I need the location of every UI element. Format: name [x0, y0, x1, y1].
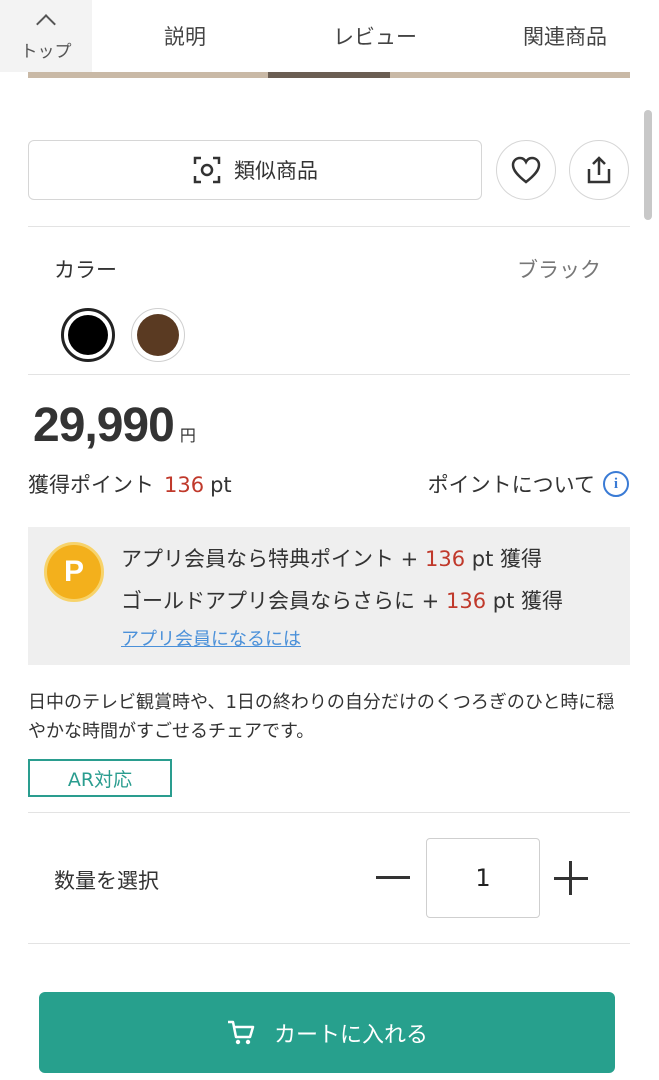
gold-member-points-line: ゴールドアプリ会員ならさらに + 136 pt 獲得 [121, 589, 563, 613]
divider [28, 226, 630, 227]
tab-related-products[interactable]: 関連商品 [490, 0, 640, 72]
quantity-input[interactable]: 1 [426, 838, 540, 918]
favorite-button[interactable] [496, 140, 556, 200]
color-swatch-black[interactable] [61, 308, 115, 362]
selected-color-value: ブラック [517, 258, 601, 282]
earned-points-value: 136 [164, 473, 205, 497]
become-app-member-link[interactable]: アプリ会員になるには [121, 625, 301, 651]
chevron-up-icon [36, 13, 56, 34]
cart-icon [227, 1020, 255, 1044]
info-icon: i [603, 471, 629, 497]
point-badge-icon: P [44, 542, 104, 602]
divider [28, 943, 630, 944]
ar-badge[interactable]: AR対応 [28, 759, 172, 797]
back-to-top-label: トップ [20, 41, 72, 62]
back-to-top-button[interactable]: トップ [0, 0, 92, 72]
quantity-decrease-button[interactable] [376, 876, 410, 879]
add-to-cart-label: カートに入れる [273, 1022, 428, 1048]
earned-points: 獲得ポイント 136 pt [28, 469, 232, 499]
about-points-link[interactable]: ポイントについて i [428, 469, 629, 499]
top-tab-bar: トップ 説明 レビュー 関連商品 [0, 0, 659, 72]
divider [28, 812, 630, 813]
divider [28, 374, 630, 375]
app-member-promo: P アプリ会員なら特典ポイント + 136 pt 獲得 ゴールドアプリ会員ならさ… [28, 527, 630, 665]
active-tab-indicator [268, 72, 390, 78]
app-member-points-line: アプリ会員なら特典ポイント + 136 pt 獲得 [121, 547, 542, 571]
product-description: 日中のテレビ観賞時や、1日の終わりの自分だけのくつろぎのひと時に穏やかな時間がす… [28, 692, 615, 742]
camera-scan-icon [193, 156, 221, 184]
share-button[interactable] [569, 140, 629, 200]
price: 29,990 円 [33, 398, 196, 453]
color-label: カラー [54, 258, 117, 282]
similar-products-label: 類似商品 [234, 159, 318, 183]
similar-products-button[interactable]: 類似商品 [28, 140, 482, 200]
price-currency: 円 [179, 426, 196, 445]
scrollbar[interactable] [644, 110, 652, 220]
about-points-label: ポイントについて [427, 473, 595, 497]
quantity-label: 数量を選択 [54, 869, 159, 893]
price-amount: 29,990 [33, 399, 175, 452]
add-to-cart-button[interactable]: カートに入れる [39, 992, 615, 1073]
heart-icon [511, 156, 541, 184]
earned-points-label: 獲得ポイント [28, 473, 154, 497]
quantity-increase-button[interactable] [554, 861, 588, 895]
tab-description[interactable]: 説明 [110, 0, 260, 72]
color-swatch-brown[interactable] [131, 308, 185, 362]
earned-points-unit: pt [210, 473, 232, 497]
tab-review[interactable]: レビュー [296, 0, 454, 72]
share-icon [587, 156, 611, 184]
